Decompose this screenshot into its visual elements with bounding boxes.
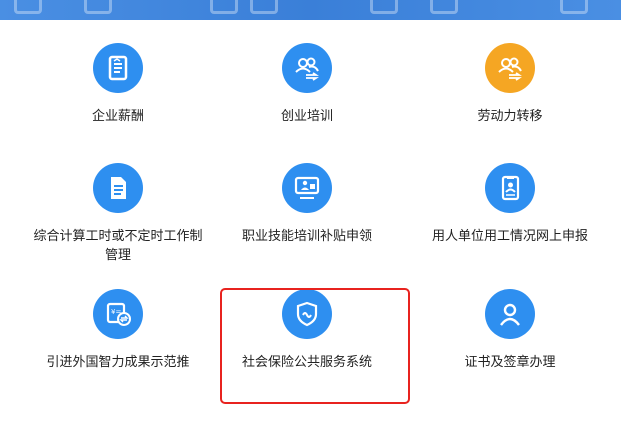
service-tile-working-hours[interactable]: 综合计算工时或不定时工作制管理 bbox=[28, 163, 208, 265]
service-label: 创业培训 bbox=[280, 109, 333, 124]
service-tile-salary[interactable]: 企业薪酬 bbox=[28, 43, 208, 126]
document-list-icon bbox=[93, 163, 143, 213]
id-card-icon bbox=[485, 163, 535, 213]
service-tile-certificate[interactable]: 证书及签章办理 bbox=[420, 289, 600, 372]
top-banner bbox=[0, 0, 621, 20]
service-tile-startup-training[interactable]: 创业培训 bbox=[217, 43, 397, 126]
person-icon bbox=[485, 289, 535, 339]
salary-document-icon bbox=[93, 43, 143, 93]
service-tile-labor-transfer[interactable]: 劳动力转移 bbox=[420, 43, 600, 126]
service-label: 用人单位用工情况网上申报 bbox=[431, 229, 588, 244]
service-tile-foreign-intelligence[interactable]: ¥= 引进外国智力成果示范推 bbox=[28, 289, 208, 372]
service-label: 职业技能培训补贴申领 bbox=[241, 229, 372, 244]
service-tile-skill-subsidy[interactable]: 职业技能培训补贴申领 bbox=[217, 163, 397, 246]
service-label: 综合计算工时或不定时工作制管理 bbox=[33, 229, 203, 263]
service-label: 证书及签章办理 bbox=[464, 355, 556, 370]
training-screen-icon bbox=[282, 163, 332, 213]
selection-highlight bbox=[220, 288, 410, 404]
service-label: 引进外国智力成果示范推 bbox=[46, 355, 190, 370]
banner-decoration bbox=[250, 0, 278, 14]
service-label: 企业薪酬 bbox=[91, 109, 144, 124]
banner-decoration bbox=[430, 0, 458, 14]
banner-decoration bbox=[210, 0, 238, 14]
service-label: 劳动力转移 bbox=[477, 109, 543, 124]
people-group-arrows-icon bbox=[485, 43, 535, 93]
people-group-arrows-icon bbox=[282, 43, 332, 93]
banner-decoration bbox=[14, 0, 42, 14]
service-tile-employment-report[interactable]: 用人单位用工情况网上申报 bbox=[420, 163, 600, 246]
exchange-calculator-icon: ¥= bbox=[93, 289, 143, 339]
banner-decoration bbox=[84, 0, 112, 14]
banner-decoration bbox=[560, 0, 588, 14]
banner-decoration bbox=[370, 0, 398, 14]
